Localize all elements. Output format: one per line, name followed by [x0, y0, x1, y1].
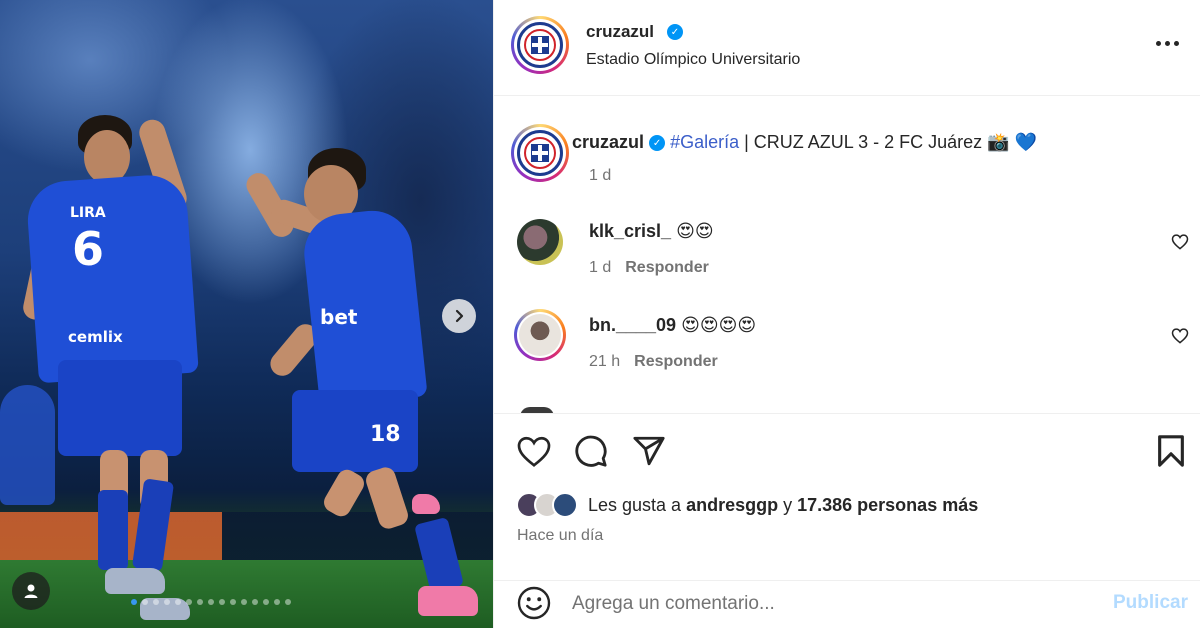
caption-hashtag[interactable]: #Galería: [670, 132, 739, 152]
heart-icon[interactable]: [516, 434, 552, 468]
comments-section: cruzazul ✓ #Galería | CRUZ AZUL 3 - 2 FC…: [494, 97, 1200, 413]
carousel-dot: [142, 599, 148, 605]
publish-button[interactable]: Publicar: [1113, 592, 1188, 614]
add-comment-bar: Publicar: [494, 580, 1200, 628]
post-timestamp[interactable]: Hace un día: [517, 527, 603, 545]
commenter-avatar[interactable]: [517, 219, 563, 265]
carousel-dot: [186, 599, 192, 605]
reply-button[interactable]: Responder: [625, 259, 709, 276]
jersey-number-text-right: 18: [370, 422, 401, 447]
post-media[interactable]: LIRA 6 cemlix bet 18: [0, 0, 493, 628]
post-detail-panel: cruzazul ✓ Estadio Olímpico Universitari…: [493, 0, 1200, 628]
likes-summary: Les gusta a andresggp y 17.386 personas …: [516, 492, 978, 518]
background-player: [0, 385, 55, 505]
carousel-indicator: [131, 599, 291, 605]
account-avatar[interactable]: [511, 16, 569, 74]
carousel-dot: [252, 599, 258, 605]
commenter-username[interactable]: bn.____09: [589, 315, 676, 335]
comment-input[interactable]: [572, 587, 1092, 621]
caption-text: cruzazul ✓ #Galería | CRUZ AZUL 3 - 2 FC…: [572, 132, 1037, 153]
carousel-dot: [285, 599, 291, 605]
comment-text: 😍😍: [676, 221, 714, 241]
carousel-dot: [274, 599, 280, 605]
carousel-dot: [131, 599, 137, 605]
jersey-sponsor-text: cemlix: [68, 328, 123, 346]
emoji-smile-icon[interactable]: [516, 585, 552, 621]
comment-text: 😍😍😍😍: [681, 315, 757, 335]
comment-item: bn.____09 😍😍😍😍 21 h Responder: [514, 309, 1194, 370]
comment-timestamp[interactable]: 1 d: [589, 259, 611, 276]
likes-prefix: Les gusta a: [588, 494, 687, 515]
carousel-dot: [208, 599, 214, 605]
carousel-dot: [241, 599, 247, 605]
more-options-button[interactable]: [1156, 33, 1186, 53]
jersey-number-text: 6: [72, 222, 105, 276]
cruz-azul-crest-icon: [517, 22, 563, 68]
tagged-users-button[interactable]: [12, 572, 50, 610]
caption-timestamp[interactable]: 1 d: [589, 167, 611, 185]
carousel-dot: [263, 599, 269, 605]
paper-plane-icon[interactable]: [632, 434, 666, 468]
post-location[interactable]: Estadio Olímpico Universitario: [586, 51, 800, 69]
comment-item: klk_crisl_ 😍😍 1 d Responder: [514, 219, 1194, 279]
user-tag-icon: [24, 584, 38, 598]
bookmark-icon[interactable]: [1156, 434, 1186, 468]
likes-count-link[interactable]: 17.386 personas más: [797, 495, 978, 515]
chevron-right-icon: [455, 309, 464, 323]
next-image-button[interactable]: [442, 299, 476, 333]
heart-icon[interactable]: [1171, 233, 1189, 250]
likes-connector: y: [778, 494, 798, 515]
jersey-name-text: LIRA: [70, 205, 106, 221]
post-actions: Les gusta a andresggp y 17.386 personas …: [494, 413, 1200, 580]
caption-body: | CRUZ AZUL 3 - 2 FC Juárez 📸 💙: [739, 132, 1037, 152]
liker-username[interactable]: andresggp: [686, 495, 778, 515]
carousel-dot: [164, 599, 170, 605]
reply-button[interactable]: Responder: [634, 353, 718, 370]
carousel-dot: [219, 599, 225, 605]
caption-username[interactable]: cruzazul: [572, 132, 644, 152]
post-header: cruzazul ✓ Estadio Olímpico Universitari…: [494, 0, 1200, 96]
verified-badge-icon: ✓: [649, 135, 666, 152]
comment-bubble-icon[interactable]: [574, 434, 608, 468]
heart-icon[interactable]: [1171, 327, 1189, 344]
jersey-sponsor-text-right: bet: [320, 305, 358, 329]
cruz-azul-crest-icon: [517, 130, 563, 176]
verified-badge-icon: ✓: [667, 24, 683, 40]
commenter-avatar[interactable]: [514, 309, 566, 361]
comment-timestamp[interactable]: 21 h: [589, 353, 620, 370]
carousel-dot: [230, 599, 236, 605]
carousel-dot: [175, 599, 181, 605]
commenter-username[interactable]: klk_crisl_: [589, 221, 671, 241]
account-username[interactable]: cruzazul: [586, 22, 654, 42]
carousel-dot: [197, 599, 203, 605]
caption-avatar[interactable]: [511, 124, 569, 182]
liker-avatar[interactable]: [552, 492, 578, 518]
carousel-dot: [153, 599, 159, 605]
